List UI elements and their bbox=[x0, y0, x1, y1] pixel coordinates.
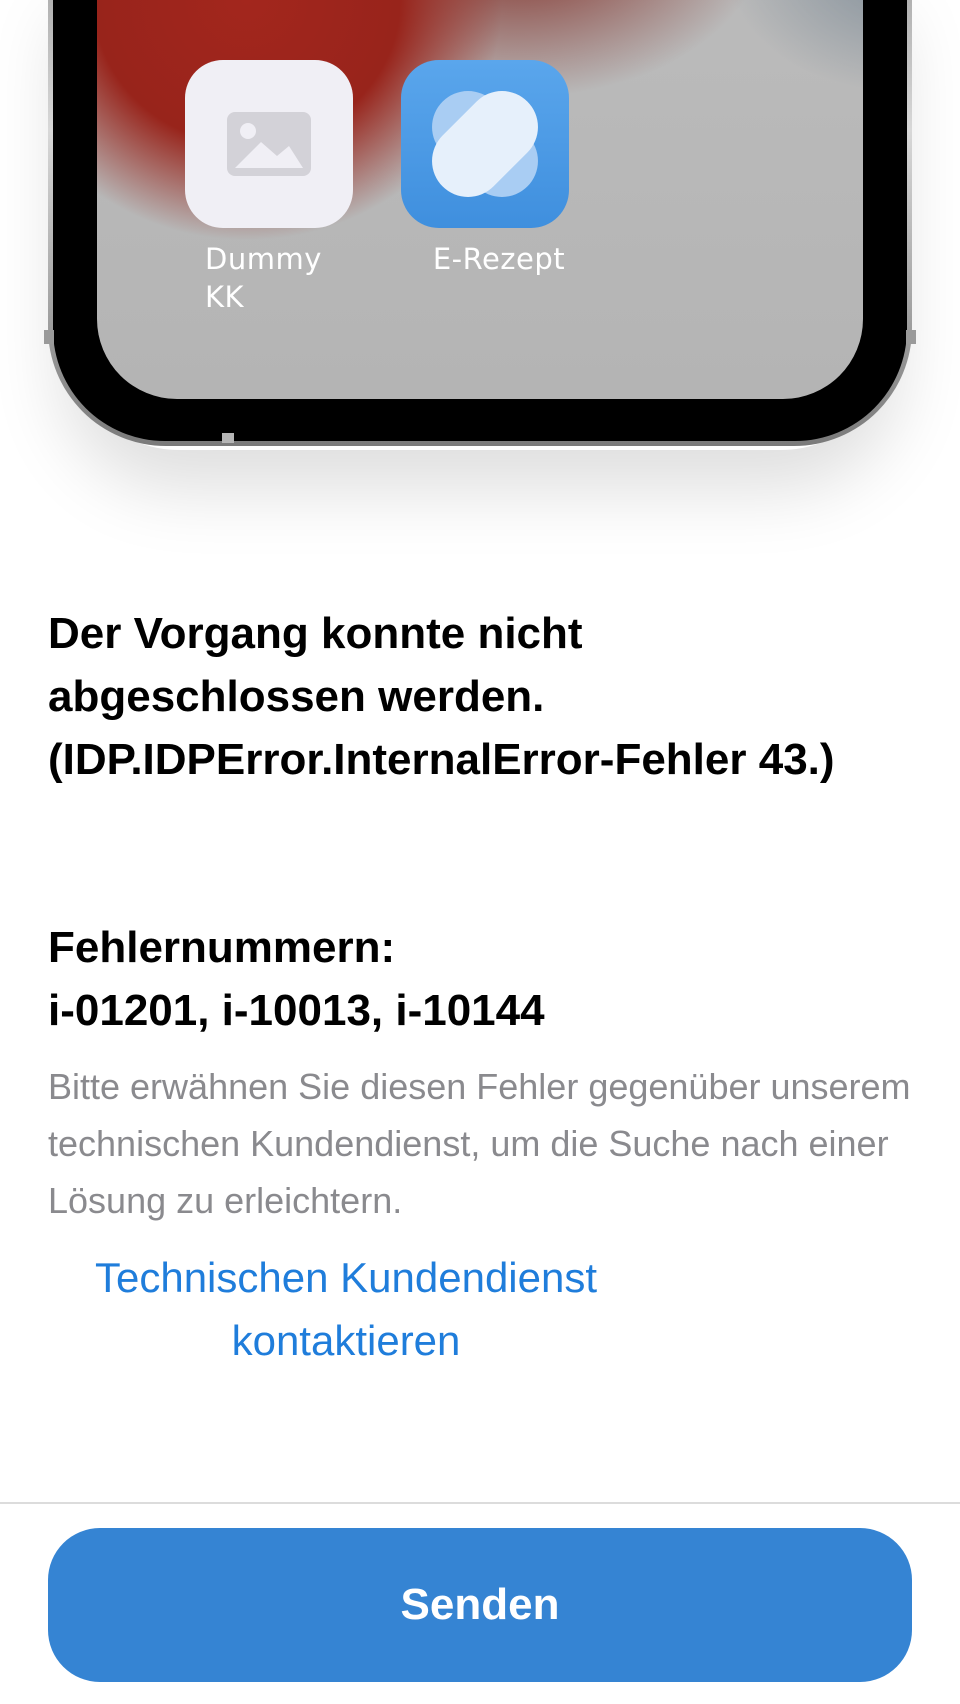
phone-frame: Dummy KK E-Rezept bbox=[48, 0, 912, 446]
error-codes-value: i-01201, i-10013, i-10144 bbox=[48, 986, 545, 1035]
phone-side-button-right bbox=[906, 330, 916, 344]
app-label-dummy-kk: Dummy KK bbox=[205, 242, 322, 314]
hint-text: Bitte erwähnen Sie diesen Fehler gegenüb… bbox=[48, 1066, 911, 1221]
phone-screen: Dummy KK E-Rezept bbox=[97, 0, 863, 399]
phone-illustration: Dummy KK E-Rezept bbox=[0, 0, 960, 520]
error-codes-label: Fehlernummern: bbox=[48, 923, 396, 972]
contact-support-link[interactable]: Technischen Kundendienst kontaktieren bbox=[48, 1246, 644, 1372]
phone-bezel: Dummy KK E-Rezept bbox=[53, 0, 907, 441]
e-rezept-logo-icon bbox=[401, 60, 569, 228]
phone-side-button-left bbox=[44, 330, 54, 344]
phone-bottom-port bbox=[222, 433, 234, 443]
footer-divider bbox=[0, 1502, 960, 1504]
error-message: Der Vorgang konnte nicht abgeschlossen w… bbox=[48, 609, 835, 784]
image-placeholder-icon bbox=[185, 60, 353, 228]
send-button[interactable]: Senden bbox=[48, 1528, 912, 1682]
error-codes: Fehlernummern: i-01201, i-10013, i-10144 bbox=[48, 916, 908, 1042]
app-label-e-rezept: E-Rezept bbox=[432, 242, 566, 276]
